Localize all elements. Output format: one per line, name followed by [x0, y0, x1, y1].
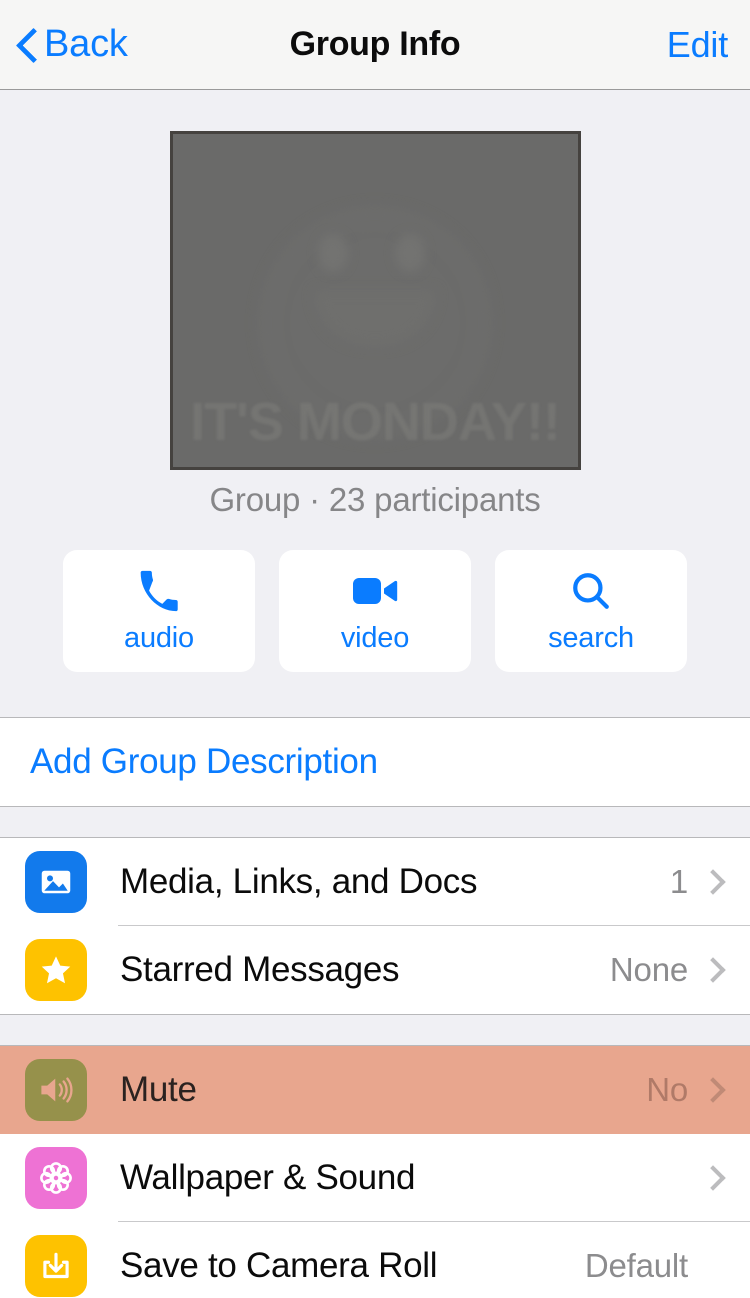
group-photo[interactable]: IT'S MONDAY!! — [169, 131, 581, 470]
group-subtitle: Group · 23 participants — [209, 481, 541, 518]
media-section: Media, Links, and Docs 1 Starred Message… — [0, 837, 750, 1015]
navigation-bar: Back Group Info Edit — [0, 0, 750, 90]
row-label: Save to Camera Roll — [120, 1246, 438, 1285]
quick-actions: audio video search — [0, 550, 750, 717]
edit-button[interactable]: Edit — [667, 24, 728, 66]
group-description-section: Add Group Description — [0, 717, 750, 807]
row-value: 1 — [669, 863, 688, 900]
audio-call-button[interactable]: audio — [63, 550, 255, 672]
row-label: Mute — [120, 1070, 197, 1109]
row-value: None — [609, 951, 688, 988]
speaker-wave-icon — [25, 1059, 87, 1121]
row-value: No — [646, 1071, 688, 1108]
star-icon — [25, 939, 87, 1001]
phone-icon — [137, 568, 181, 614]
photo-caption-text: IT'S MONDAY!! — [190, 392, 561, 452]
section-gap-2 — [0, 1015, 750, 1045]
row-value: Default — [584, 1247, 688, 1284]
row-save-to-camera-roll[interactable]: Save to Camera Roll Default — [0, 1222, 750, 1298]
video-camera-icon — [352, 568, 398, 614]
chevron-right-icon — [700, 1077, 726, 1103]
search-label: search — [548, 621, 634, 654]
group-info-screen: Back Group Info Edit IT'S MONDAY!! Group… — [0, 0, 750, 1298]
row-wallpaper-and-sound[interactable]: Wallpaper & Sound — [0, 1134, 750, 1222]
chevron-right-icon — [700, 869, 726, 895]
save-download-icon — [25, 1235, 87, 1297]
audio-call-label: audio — [124, 621, 194, 654]
back-button[interactable]: Back — [14, 23, 128, 66]
add-group-description-row[interactable]: Add Group Description — [0, 718, 750, 806]
search-icon — [570, 568, 612, 614]
video-call-button[interactable]: video — [279, 550, 471, 672]
back-button-label: Back — [44, 23, 128, 65]
row-label: Wallpaper & Sound — [120, 1158, 416, 1197]
flower-icon — [25, 1147, 87, 1209]
row-mute[interactable]: Mute No — [0, 1046, 750, 1134]
group-header: IT'S MONDAY!! Group · 23 participants — [0, 90, 750, 519]
search-button[interactable]: search — [495, 550, 687, 672]
row-starred-messages[interactable]: Starred Messages None — [0, 926, 750, 1014]
video-call-label: video — [340, 621, 410, 654]
chevron-right-icon — [700, 1165, 726, 1191]
photo-ghost-eye-left — [318, 233, 349, 272]
photo-ghost-eye-right — [395, 233, 426, 272]
photo-icon — [25, 851, 87, 913]
chevron-right-icon — [700, 957, 726, 983]
row-label: Media, Links, and Docs — [120, 862, 478, 901]
row-label: Starred Messages — [120, 950, 400, 989]
row-media-links-docs[interactable]: Media, Links, and Docs 1 — [0, 838, 750, 926]
chevron-left-icon — [14, 25, 40, 65]
add-group-description-label: Add Group Description — [30, 742, 378, 781]
section-gap-1 — [0, 807, 750, 837]
settings-section: Mute No Wallpaper & Sound Save to Camera… — [0, 1045, 750, 1298]
